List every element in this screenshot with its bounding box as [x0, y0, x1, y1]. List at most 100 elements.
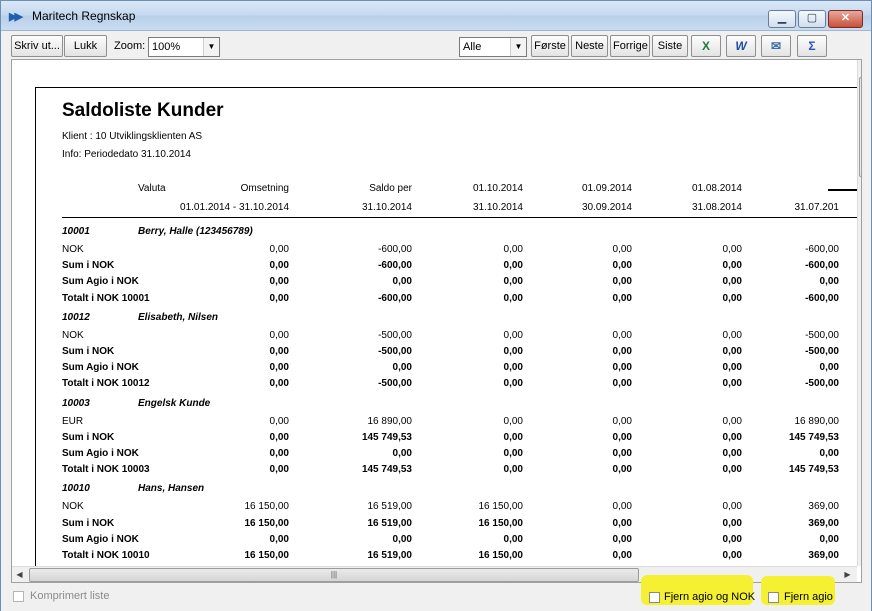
- maximize-button[interactable]: ▢: [798, 10, 826, 28]
- table-cell: 0,00: [612, 362, 632, 374]
- compressed-list-checkbox[interactable]: [13, 591, 24, 602]
- filter-select[interactable]: Alle ▼: [459, 37, 527, 57]
- row-label: Sum i NOK: [62, 260, 115, 272]
- sum-icon[interactable]: Σ: [797, 35, 827, 57]
- report-title: Saldoliste Kunder: [62, 100, 224, 121]
- table-cell: -500,00: [805, 329, 839, 341]
- table-cell: 0,00: [503, 346, 523, 357]
- table-cell: 0,00: [612, 346, 632, 357]
- row-label: Sum Agio i NOK: [62, 362, 139, 374]
- row-label: NOK: [62, 244, 84, 255]
- report-info: Info: Periodedato 31.10.2014: [62, 149, 191, 160]
- table-cell: 145 749,53: [788, 431, 839, 443]
- last-page-button[interactable]: Siste: [652, 35, 688, 57]
- zoom-select[interactable]: 100% ▼: [148, 37, 220, 57]
- table-cell: 0,00: [269, 292, 289, 304]
- table-cell: 0,00: [269, 362, 289, 374]
- report-client: Klient : 10 Utviklingsklienten AS: [62, 131, 203, 142]
- table-cell: 0,00: [503, 448, 523, 459]
- scroll-left-icon[interactable]: ◀: [12, 567, 27, 582]
- table-cell: 0,00: [392, 448, 412, 459]
- table-cell: 16 890,00: [794, 415, 840, 427]
- table-cell: 145 749,53: [361, 464, 412, 476]
- row-label: NOK: [62, 329, 84, 341]
- remove-agio-nok-checkbox[interactable]: [649, 592, 660, 603]
- chevron-down-icon: ▼: [203, 38, 219, 56]
- table-cell: 0,00: [612, 431, 632, 443]
- customer-name: Elisabeth, Nilsen: [138, 311, 219, 323]
- table-cell: -600,00: [378, 292, 412, 304]
- table-cell: 0,00: [269, 260, 289, 272]
- app-window: ▶▶ Maritech Regnskap ▁ ▢ ✕ Skriv ut... L…: [0, 0, 872, 611]
- customer-number: 10010: [62, 483, 90, 495]
- table-cell: 0,00: [612, 292, 632, 304]
- table-cell: 0,00: [269, 415, 289, 427]
- scroll-right-icon[interactable]: ▶: [840, 567, 855, 582]
- table-cell: 0,00: [819, 362, 839, 374]
- customer-number: 10001: [62, 226, 90, 237]
- print-button[interactable]: Skriv ut...: [11, 35, 63, 57]
- table-cell: 16 519,00: [367, 550, 413, 561]
- vertical-scrollbar[interactable]: ▲ ≡ ▼: [857, 60, 861, 566]
- table-cell: 0,00: [269, 533, 289, 545]
- table-cell: 0,00: [503, 533, 523, 545]
- row-label: Totalt i NOK 10010: [62, 550, 150, 561]
- email-icon[interactable]: ✉: [761, 35, 791, 57]
- next-page-button[interactable]: Neste: [571, 35, 608, 57]
- previous-page-button[interactable]: Forrige: [610, 35, 650, 57]
- table-cell: -500,00: [805, 346, 839, 357]
- compressed-list-label: Komprimert liste: [30, 590, 110, 602]
- column-header-top: Omsetning: [240, 183, 289, 194]
- remove-agio-checkbox[interactable]: [768, 592, 779, 603]
- table-cell: -500,00: [378, 346, 412, 357]
- table-cell: -600,00: [805, 244, 839, 255]
- table-cell: 0,00: [503, 329, 523, 341]
- close-window-button[interactable]: ✕: [828, 10, 863, 28]
- minimize-button[interactable]: ▁: [768, 10, 796, 28]
- scroll-down-icon[interactable]: ▼: [858, 549, 861, 565]
- table-cell: 0,00: [269, 464, 289, 476]
- vertical-scroll-thumb[interactable]: ≡: [859, 77, 861, 177]
- table-cell: 369,00: [808, 517, 839, 529]
- customer-number: 10003: [62, 397, 90, 409]
- table-cell: 0,00: [392, 533, 412, 545]
- table-cell: 0,00: [503, 260, 523, 272]
- first-page-button[interactable]: Første: [531, 35, 569, 57]
- table-cell: 0,00: [503, 362, 523, 374]
- table-cell: 16 150,00: [478, 501, 524, 513]
- chevron-down-icon: ▼: [510, 38, 526, 56]
- customer-name: Berry, Halle (123456789): [138, 226, 253, 237]
- table-cell: 0,00: [503, 431, 523, 443]
- horizontal-scroll-thumb[interactable]: |||: [29, 568, 639, 582]
- excel-export-icon[interactable]: X: [691, 35, 721, 57]
- table-cell: 0,00: [612, 276, 632, 288]
- column-header-top: 01.08.2014: [691, 183, 742, 194]
- scroll-up-icon[interactable]: ▲: [858, 60, 861, 76]
- table-cell: -500,00: [805, 378, 839, 390]
- table-cell: 369,00: [808, 550, 839, 561]
- table-cell: 0,00: [269, 244, 289, 255]
- table-cell: 0,00: [269, 448, 289, 459]
- table-cell: 0,00: [612, 501, 632, 513]
- table-cell: 0,00: [819, 448, 839, 459]
- header-underline: [62, 217, 857, 218]
- table-cell: 16 890,00: [367, 415, 413, 427]
- table-cell: 0,00: [503, 415, 523, 427]
- table-cell: 0,00: [503, 292, 523, 304]
- table-cell: 0,00: [269, 276, 289, 288]
- table-cell: 369,00: [808, 501, 839, 513]
- filter-value: Alle: [463, 41, 482, 53]
- window-title: Maritech Regnskap: [32, 9, 136, 23]
- close-report-button[interactable]: Lukk: [64, 35, 107, 57]
- word-export-icon[interactable]: W: [726, 35, 756, 57]
- row-label: Sum i NOK: [62, 517, 115, 529]
- table-cell: 0,00: [392, 276, 412, 288]
- row-label: NOK: [62, 501, 84, 513]
- row-label: EUR: [62, 415, 84, 427]
- table-cell: 0,00: [612, 550, 632, 561]
- table-cell: 0,00: [612, 260, 632, 272]
- table-cell: 0,00: [819, 276, 839, 288]
- table-cell: 0,00: [612, 517, 632, 529]
- row-label: Totalt i NOK 10012: [62, 378, 150, 390]
- zoom-value: 100%: [152, 41, 181, 53]
